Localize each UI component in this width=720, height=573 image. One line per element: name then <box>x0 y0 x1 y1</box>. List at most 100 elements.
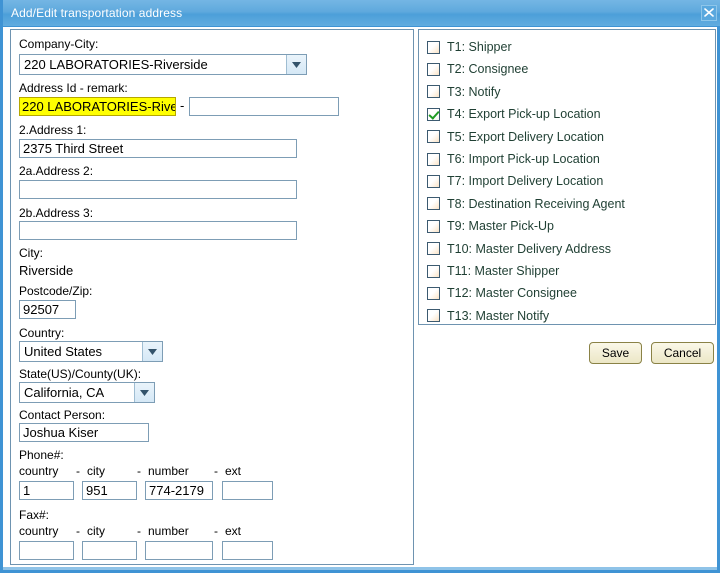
country-select[interactable]: United States <box>19 341 163 362</box>
address-type-row[interactable]: T2: Consignee <box>427 60 528 78</box>
address-type-label: T11: Master Shipper <box>447 264 560 278</box>
phone-city-label: city <box>87 464 105 478</box>
address-type-label: T10: Master Delivery Address <box>447 241 611 256</box>
address-type-label: T2: Consignee <box>447 62 529 77</box>
address2-label: 2a.Address 2: <box>19 164 94 178</box>
address-types-panel: T1: Shipper T2: Consignee T3: Notify T4: Ex… <box>418 29 716 325</box>
fax-ext-input[interactable] <box>222 541 273 560</box>
address-type-label: T8: Destination Receiving Agent <box>447 196 625 211</box>
dialog-window: Add/Edit transportation address Company-… <box>0 0 720 573</box>
phone-sep1: - <box>76 464 80 478</box>
cancel-button[interactable]: Cancel <box>651 342 714 364</box>
fax-sep1: - <box>76 524 80 538</box>
save-button[interactable]: Save <box>589 342 642 364</box>
state-select[interactable]: California, CA <box>19 382 155 403</box>
checkbox-icon[interactable] <box>427 62 440 76</box>
fax-country-input[interactable] <box>19 541 74 560</box>
checkbox-icon[interactable] <box>427 40 440 54</box>
checkbox-icon[interactable] <box>427 85 440 99</box>
checkbox-icon[interactable] <box>427 130 440 144</box>
country-value: United States <box>24 344 103 359</box>
checkbox-icon[interactable] <box>427 174 440 188</box>
state-label: State(US)/County(UK): <box>19 367 142 381</box>
checkbox-icon[interactable] <box>427 197 440 211</box>
phone-number-label: number <box>148 464 189 478</box>
phone-sep3: - <box>214 464 218 478</box>
address-id-label: Address Id - remark: <box>19 81 128 95</box>
phone-country-label: country <box>19 464 59 478</box>
address-type-row[interactable]: T12: Master Consignee <box>427 284 577 302</box>
checkbox-icon[interactable] <box>427 286 440 300</box>
checkbox-icon[interactable] <box>427 219 440 233</box>
phone-number-input[interactable] <box>145 481 213 500</box>
city-value: Riverside <box>19 263 74 278</box>
fax-city-input[interactable] <box>82 541 137 560</box>
fax-ext-label: ext <box>225 524 242 538</box>
address-type-row[interactable]: T3: Notify <box>427 83 501 101</box>
address-id-separator: - <box>180 98 185 113</box>
chevron-down-glyph <box>292 62 301 68</box>
phone-ext-input[interactable] <box>222 481 273 500</box>
address-type-label: T9: Master Pick-Up <box>447 219 554 234</box>
checkbox-checked-icon[interactable] <box>427 107 440 121</box>
address-type-label: T4: Export Pick-up Location <box>447 107 601 122</box>
fax-sep2: - <box>137 524 141 538</box>
phone-sep2: - <box>137 464 141 478</box>
fax-number-label: number <box>148 524 189 538</box>
chevron-down-icon[interactable] <box>142 342 162 361</box>
state-value: California, CA <box>24 385 105 400</box>
address-type-row[interactable]: T1: Shipper <box>427 38 512 56</box>
address3-input[interactable] <box>19 221 297 240</box>
country-label: Country: <box>19 326 65 340</box>
postcode-label: Postcode/Zip: <box>19 284 93 298</box>
address3-label: 2b.Address 3: <box>19 206 94 220</box>
address-form-panel: Company-City: 220 LABORATORIES-Riverside… <box>10 29 414 565</box>
chevron-down-icon[interactable] <box>134 383 154 402</box>
close-glyph <box>704 8 714 17</box>
close-icon[interactable] <box>701 5 717 21</box>
address-type-row[interactable]: T6: Import Pick-up Location <box>427 150 600 168</box>
checkbox-icon[interactable] <box>427 309 440 323</box>
phone-ext-label: ext <box>225 464 242 478</box>
chevron-down-icon[interactable] <box>286 55 306 74</box>
phone-label: Phone#: <box>19 448 64 462</box>
address-type-row[interactable]: T9: Master Pick-Up <box>427 217 554 235</box>
checkbox-icon[interactable] <box>427 152 440 166</box>
address1-input[interactable] <box>19 139 297 158</box>
address-type-row[interactable]: T4: Export Pick-up Location <box>427 105 601 123</box>
address-type-label: T3: Notify <box>447 84 501 99</box>
checkbox-icon[interactable] <box>427 264 440 278</box>
chevron-down-glyph <box>148 349 157 355</box>
fax-sep3: - <box>214 524 218 538</box>
address-type-label: T12: Master Consignee <box>447 286 577 301</box>
dialog-content: Company-City: 220 LABORATORIES-Riverside… <box>6 27 720 570</box>
address-type-row[interactable]: T7: Import Delivery Location <box>427 172 603 190</box>
company-city-value: 220 LABORATORIES-Riverside <box>24 57 208 72</box>
company-city-label: Company-City: <box>19 37 99 51</box>
address-type-row[interactable]: T11: Master Shipper <box>427 262 559 280</box>
contact-person-input[interactable] <box>19 423 149 442</box>
city-label: City: <box>19 246 43 260</box>
address-id-value[interactable]: 220 LABORATORIES-Riverside <box>19 97 176 116</box>
phone-country-input[interactable] <box>19 481 74 500</box>
address-type-row[interactable]: T10: Master Delivery Address <box>427 240 611 258</box>
address-type-row[interactable]: T13: Master Notify <box>427 307 549 325</box>
fax-number-input[interactable] <box>145 541 213 560</box>
checkbox-icon[interactable] <box>427 242 440 256</box>
company-city-select[interactable]: 220 LABORATORIES-Riverside <box>19 54 307 75</box>
fax-city-label: city <box>87 524 105 538</box>
postcode-input[interactable] <box>19 300 76 319</box>
address-type-label: T6: Import Pick-up Location <box>447 152 600 166</box>
address-type-label: T5: Export Delivery Location <box>447 129 605 144</box>
address2-input[interactable] <box>19 180 297 199</box>
address-type-label: T1: Shipper <box>447 40 512 54</box>
fax-label: Fax#: <box>19 508 50 522</box>
address-type-row[interactable]: T5: Export Delivery Location <box>427 128 604 146</box>
address-type-label: T13: Master Notify <box>447 308 550 323</box>
address-type-row[interactable]: T8: Destination Receiving Agent <box>427 195 625 213</box>
address-remark-input[interactable] <box>189 97 339 116</box>
contact-person-label: Contact Person: <box>19 408 106 422</box>
fax-country-label: country <box>19 524 59 538</box>
phone-city-input[interactable] <box>82 481 137 500</box>
address1-label: 2.Address 1: <box>19 123 87 137</box>
